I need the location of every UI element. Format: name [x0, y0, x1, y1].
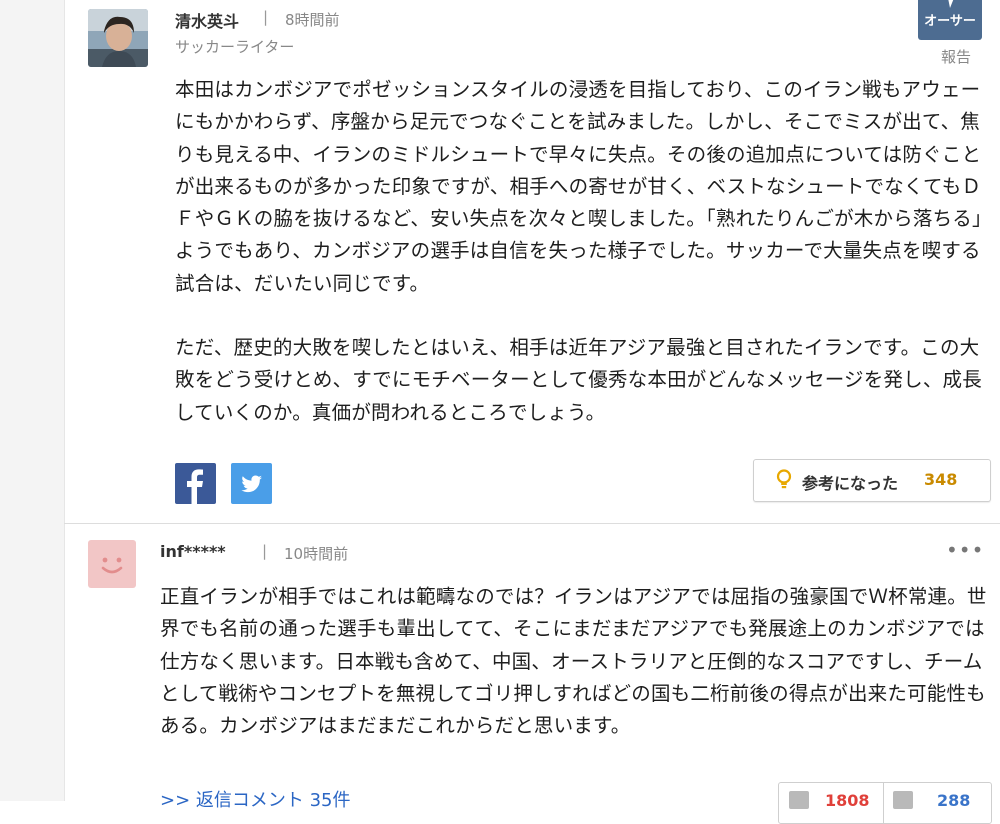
lightbulb-icon [776, 469, 792, 489]
twitter-icon [241, 475, 262, 493]
author-name[interactable]: inf***** [160, 542, 226, 561]
left-rail [0, 0, 65, 801]
helpful-label: 参考になった [802, 474, 899, 493]
meta-separator: | [262, 542, 268, 560]
meta-separator: | [263, 8, 269, 26]
helpful-button[interactable]: 参考になった 348 [753, 459, 991, 502]
helpful-count: 348 [924, 470, 958, 489]
smiley-face-icon [101, 557, 123, 574]
thumbs-down-icon[interactable] [893, 791, 913, 809]
author-role: サッカーライター [175, 38, 295, 56]
comment-paragraph: ただ、歴史的大敗を喫したとはいえ、相手は近年アジア最強と目されたイランです。この… [175, 336, 982, 424]
replies-link[interactable]: >> 返信コメント 35件 [160, 786, 351, 812]
facebook-icon [187, 469, 203, 504]
vote-divider [883, 783, 884, 823]
default-avatar[interactable] [88, 540, 136, 588]
vote-box: 1808 288 [778, 782, 992, 824]
thumbs-up-icon[interactable] [789, 791, 809, 809]
report-link[interactable]: 報告 [941, 46, 971, 67]
twitter-share-button[interactable] [231, 463, 272, 504]
more-options-button[interactable]: ••• [946, 538, 984, 562]
comment-paragraph: 本田はカンボジアでポゼッションスタイルの浸透を目指しており、このイラン戦もアウェ… [175, 78, 982, 295]
comment-paragraph: 正直イランが相手ではこれは範疇なのでは？イランはアジアでは屈指の強豪国でＷ杯常連… [160, 585, 987, 738]
author-name[interactable]: 清水英斗 [175, 8, 239, 32]
comment-divider [64, 523, 1000, 524]
comment-body: 正直イランが相手ではこれは範疇なのでは？イランはアジアでは屈指の強豪国でＷ杯常連… [160, 581, 990, 742]
comment-timestamp: 8時間前 [285, 11, 340, 29]
pen-icon [948, 0, 954, 8]
comment-timestamp: 10時間前 [284, 545, 349, 563]
author-badge: オーサー [918, 0, 982, 40]
author-avatar[interactable] [88, 9, 148, 67]
comment-body: 本田はカンボジアでポゼッションスタイルの浸透を目指しており、このイラン戦もアウェ… [175, 74, 990, 429]
author-badge-label: オーサー [924, 14, 976, 29]
facebook-share-button[interactable] [175, 463, 216, 504]
